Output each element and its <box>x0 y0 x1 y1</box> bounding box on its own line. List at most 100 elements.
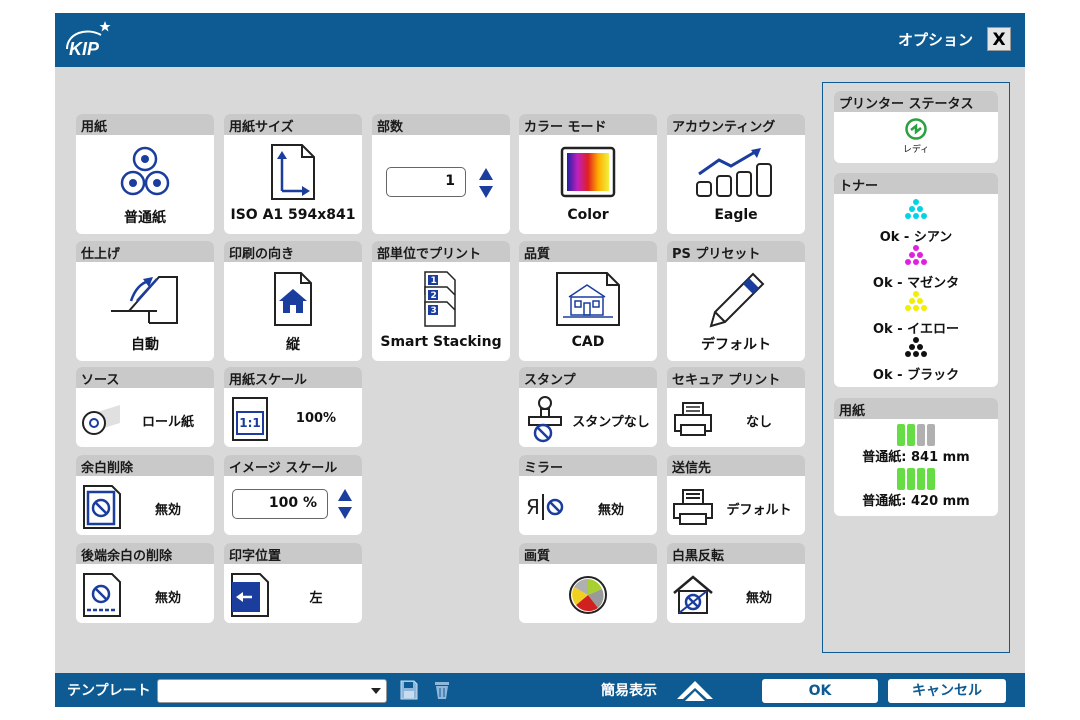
close-button[interactable]: X <box>987 27 1011 51</box>
trash-icon[interactable] <box>433 679 451 701</box>
paper-size-tile[interactable]: 用紙サイズ ISO A1 594x841 <box>224 114 362 234</box>
template-select[interactable] <box>157 679 387 703</box>
tile-header: 用紙サイズ <box>224 114 362 135</box>
paper-roll-item: 普通紙: 420 mm <box>834 468 998 509</box>
tile-header: 印刷の向き <box>224 241 362 262</box>
tile-caption: 普通紙 <box>124 210 166 226</box>
tile-header: PS プリセット <box>667 241 805 262</box>
tile-caption: 自動 <box>131 337 159 353</box>
simple-view-label[interactable]: 簡易表示 <box>601 680 657 700</box>
color-wheel-icon <box>519 571 657 619</box>
tile-header: 画質 <box>519 543 657 564</box>
toner-dots-icon <box>905 199 927 219</box>
tile-header: イメージ スケール <box>224 455 362 476</box>
print-position-tile[interactable]: 印字位置 左 <box>224 543 362 623</box>
tile-value: ロール紙 <box>141 415 194 430</box>
destination-tile[interactable]: 送信先 デフォルト <box>667 455 805 535</box>
orientation-tile[interactable]: 印刷の向き 縦 <box>224 241 362 361</box>
printer-state: レディ <box>902 145 930 155</box>
paper-scale-tile[interactable]: 用紙スケール 1:1 100% <box>224 367 362 447</box>
tile-header: カラー モード <box>519 114 657 135</box>
tile-value: 無効 <box>597 503 624 518</box>
accounting-tile[interactable]: アカウンティング Eagle <box>667 114 805 234</box>
margin-removal-icon <box>80 483 124 531</box>
toner-label: Ok - ブラック <box>872 368 960 383</box>
ok-button[interactable]: OK <box>761 678 879 704</box>
color-spectrum-icon <box>519 141 657 203</box>
tile-header: 部単位でプリント <box>372 241 510 262</box>
invert-tile[interactable]: 白黒反転 無効 <box>667 543 805 623</box>
collate-tile[interactable]: 部単位でプリント 1 2 3 Smart Stacking <box>372 241 510 361</box>
chevron-down-icon <box>371 688 381 694</box>
tile-header: 仕上げ <box>76 241 214 262</box>
align-left-icon <box>228 571 272 619</box>
tile-header: セキュア プリント <box>667 367 805 388</box>
tile-value: なし <box>745 415 772 430</box>
tile-header: アカウンティング <box>667 114 805 135</box>
margin-removal-tile[interactable]: 余白削除 無効 <box>76 455 214 535</box>
svg-text:3: 3 <box>431 306 437 316</box>
tile-caption: Eagle <box>714 207 758 223</box>
paper-roll-item: 普通紙: 841 mm <box>834 424 998 465</box>
tile-header: スタンプ <box>519 367 657 388</box>
tile-header: 送信先 <box>667 455 805 476</box>
image-scale-input[interactable]: 100 % <box>232 489 328 519</box>
secure-print-tile[interactable]: セキュア プリント なし <box>667 367 805 447</box>
tile-caption: CAD <box>571 334 605 350</box>
accounting-chart-icon <box>667 141 805 203</box>
tile-value: スタンプなし <box>572 415 650 430</box>
toner-label: Ok - イエロー <box>872 322 959 337</box>
paper-rolls-icon <box>76 141 214 203</box>
paper-size-icon <box>224 141 362 203</box>
copies-tile: 部数 1 <box>372 114 510 234</box>
save-icon[interactable] <box>399 679 419 701</box>
tile-value: 無効 <box>154 503 181 518</box>
mirror-tile[interactable]: ミラー Я 無効 <box>519 455 657 535</box>
options-window: KIP オプション X 用紙 普通紙 用紙サイズ ISO A1 594x841 … <box>55 13 1025 707</box>
quality-tile[interactable]: 品質 CAD <box>519 241 657 361</box>
tile-caption: デフォルト <box>701 337 771 353</box>
tile-header: 印字位置 <box>224 543 362 564</box>
roll-level-icon <box>834 424 998 446</box>
printer-status-header: プリンター ステータス <box>834 91 998 112</box>
tile-header: ミラー <box>519 455 657 476</box>
paper-type-tile[interactable]: 用紙 普通紙 <box>76 114 214 234</box>
cancel-button[interactable]: キャンセル <box>887 678 1007 704</box>
kip-logo: KIP <box>66 21 111 59</box>
tile-header: 用紙スケール <box>224 367 362 388</box>
trailing-margin-tile[interactable]: 後端余白の削除 無効 <box>76 543 214 623</box>
toner-header: トナー <box>834 173 998 194</box>
bottom-bar: テンプレート 簡易表示 OK キャンセル <box>55 673 1025 707</box>
stamp-tile[interactable]: スタンプ スタンプなし <box>519 367 657 447</box>
template-label: テンプレート <box>67 683 151 699</box>
roll-paper-icon <box>80 395 124 443</box>
paper-roll-label: 普通紙: 841 mm <box>862 450 970 465</box>
svg-text:1: 1 <box>431 276 437 286</box>
toner-item: Ok - イエロー <box>834 291 998 337</box>
image-scale-stepper[interactable] <box>337 488 353 520</box>
ps-preset-tile[interactable]: PS プリセット デフォルト <box>667 241 805 361</box>
tile-caption: Smart Stacking <box>380 334 502 350</box>
title-bar: KIP オプション X <box>55 13 1025 67</box>
pen-icon <box>667 268 805 330</box>
color-mode-tile[interactable]: カラー モード Color <box>519 114 657 234</box>
toner-label: Ok - シアン <box>879 230 953 245</box>
tile-header: 品質 <box>519 241 657 262</box>
cad-drawing-icon <box>519 268 657 330</box>
toner-item: Ok - ブラック <box>834 337 998 383</box>
ready-icon <box>905 118 927 140</box>
chevron-up-icon[interactable] <box>675 679 715 703</box>
invert-house-icon <box>671 571 715 619</box>
stacked-pages-icon: 1 2 3 <box>372 268 510 330</box>
source-tile[interactable]: ソース ロール紙 <box>76 367 214 447</box>
paper-roll-label: 普通紙: 420 mm <box>862 494 970 509</box>
scale-one-to-one-icon: 1:1 <box>228 395 272 443</box>
image-quality-tile[interactable]: 画質 <box>519 543 657 623</box>
toner-label: Ok - マゼンタ <box>872 276 960 291</box>
copies-input[interactable]: 1 <box>386 167 466 197</box>
finishing-tile[interactable]: 仕上げ 自動 <box>76 241 214 361</box>
status-panel: プリンター ステータス レディ トナー Ok - シアン Ok - マゼンタ Ok … <box>822 82 1010 653</box>
svg-text:2: 2 <box>431 291 437 301</box>
copies-stepper[interactable] <box>478 167 494 199</box>
tile-caption: 縦 <box>286 337 300 353</box>
